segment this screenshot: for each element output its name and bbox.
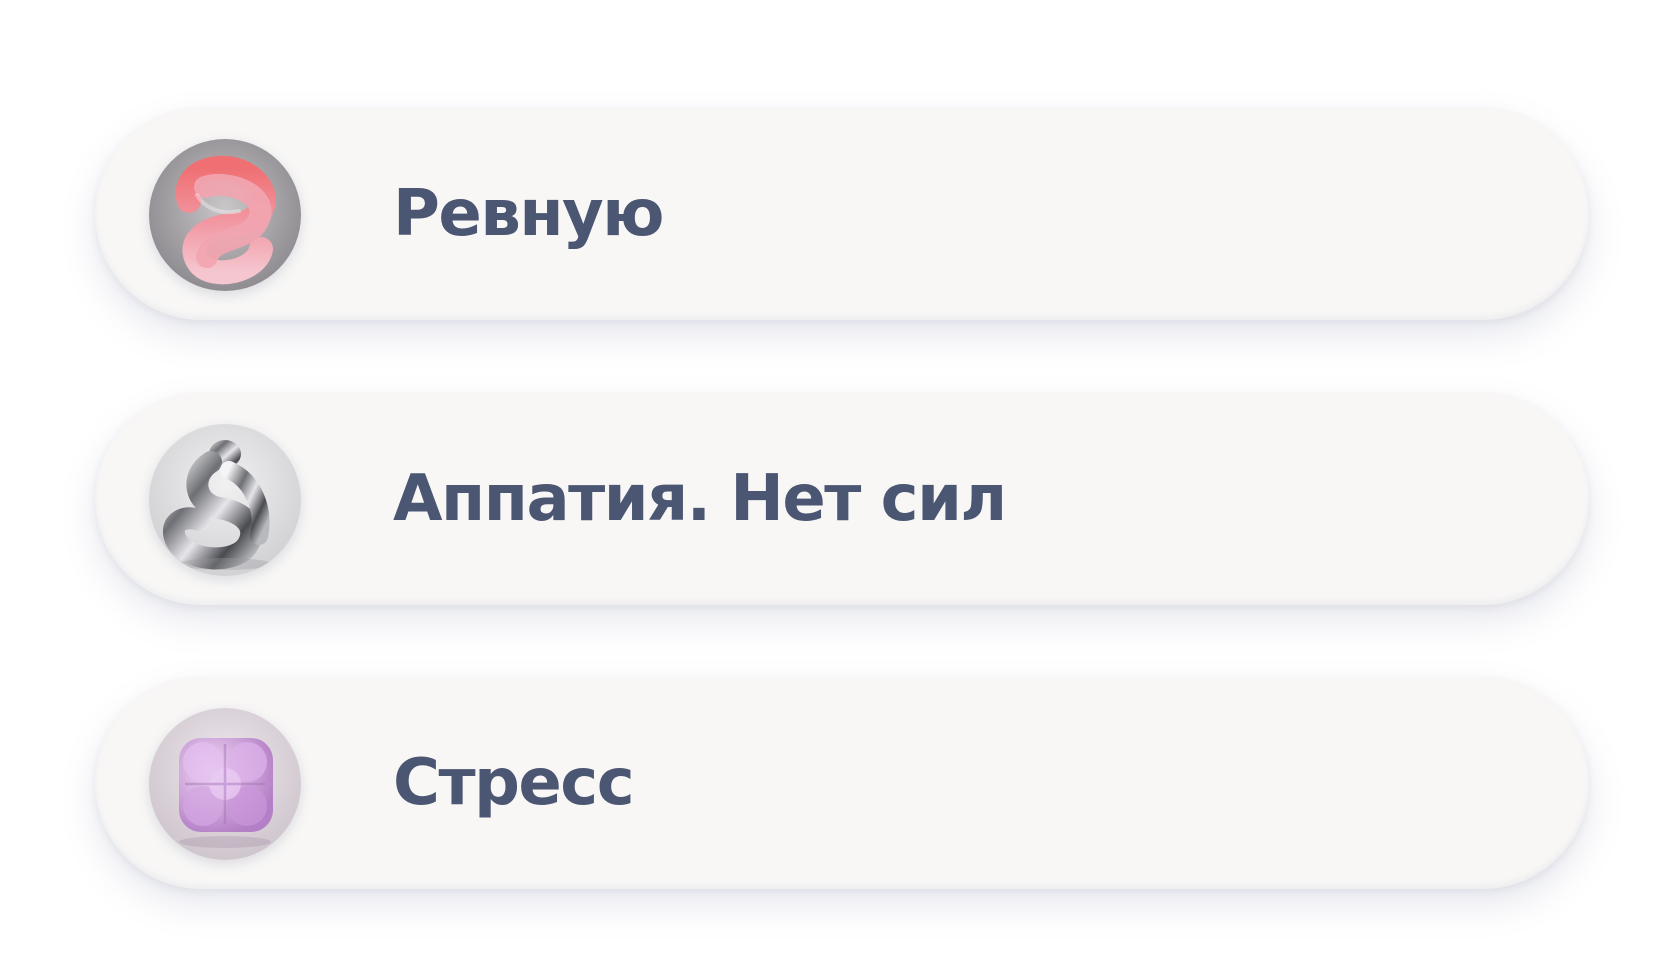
topic-label: Аппатия. Нет сил [393,462,1007,536]
knot-sculpture-icon [149,139,301,291]
topic-label: Стресс [393,746,635,820]
chrome-figure-icon [149,424,301,576]
topic-list: Ревную Аппатия. Нет сил Стресс [0,0,1680,958]
topic-label: Ревную [393,177,664,251]
puffy-cube-icon [149,708,301,860]
topic-item-jealousy[interactable]: Ревную [95,108,1589,320]
topic-item-stress[interactable]: Стресс [95,677,1589,889]
topic-item-apathy[interactable]: Аппатия. Нет сил [95,393,1589,605]
